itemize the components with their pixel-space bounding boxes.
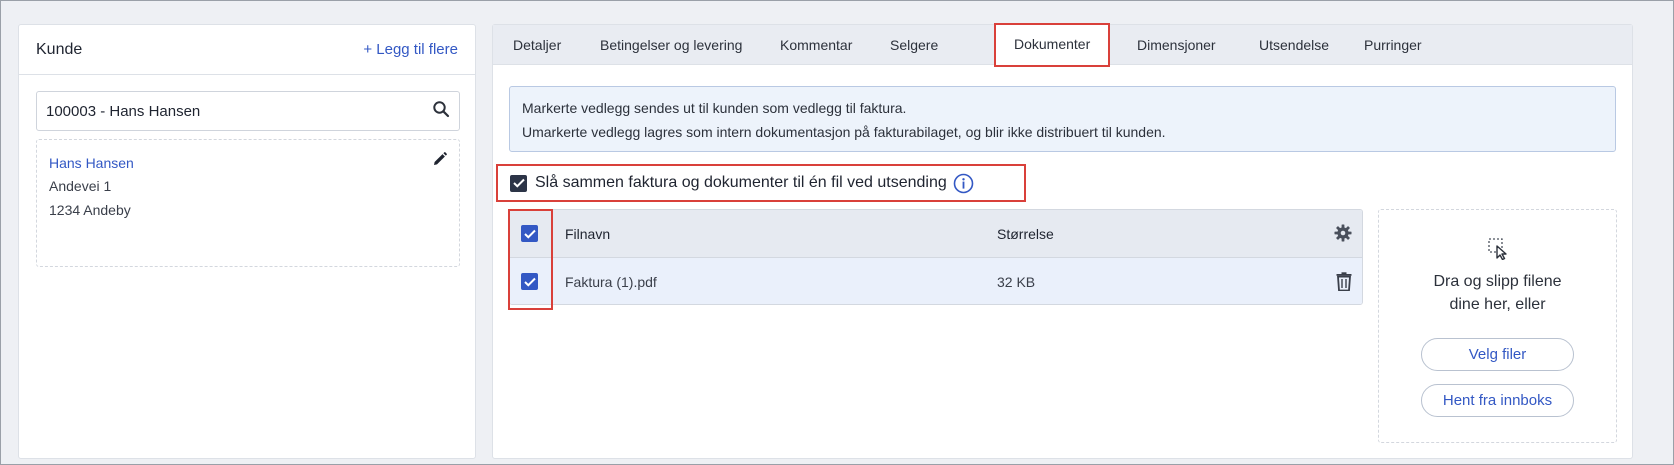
column-header-size[interactable]: Størrelse — [997, 210, 1054, 258]
file-dropzone[interactable]: Dra og slipp filene dine her, eller Velg… — [1378, 209, 1617, 443]
add-more-link[interactable]: + Legg til flere — [363, 41, 458, 58]
customer-search-input[interactable]: 100003 - Hans Hansen — [36, 91, 460, 131]
trash-icon[interactable] — [1336, 272, 1352, 296]
customer-name-link[interactable]: Hans Hansen — [49, 152, 447, 174]
app-frame: Kunde + Legg til flere 100003 - Hans Han… — [0, 0, 1674, 465]
fetch-inbox-button[interactable]: Hent fra innboks — [1421, 384, 1574, 417]
table-row[interactable]: Faktura (1).pdf 32 KB — [510, 258, 1362, 304]
tab-bar: Detaljer Betingelser og levering Komment… — [493, 23, 1632, 67]
merge-option: Slå sammen faktura og dokumenter til én … — [496, 164, 1026, 202]
merge-label: Slå sammen faktura og dokumenter til én … — [535, 174, 947, 191]
dropzone-text: Dra og slipp filene dine her, eller — [1379, 270, 1616, 316]
merge-checkbox[interactable] — [510, 174, 527, 192]
document-panel: Detaljer Betingelser og levering Komment… — [492, 23, 1633, 459]
column-header-name[interactable]: Filnavn — [565, 210, 610, 258]
customer-header: Kunde + Legg til flere — [19, 25, 475, 75]
info-icon[interactable] — [953, 173, 974, 194]
dropzone-text-line1: Dra og slipp filene — [1433, 273, 1562, 290]
gear-icon[interactable] — [1334, 224, 1352, 247]
checkmark-icon — [523, 229, 536, 239]
select-files-button[interactable]: Velg filer — [1421, 338, 1574, 371]
tab-detaljer[interactable]: Detaljer — [503, 25, 571, 65]
checkmark-icon — [512, 178, 525, 188]
search-icon[interactable] — [432, 100, 450, 123]
customer-card: Hans Hansen Andevei 1 1234 Andeby — [36, 139, 460, 267]
tab-purringer[interactable]: Purringer — [1354, 25, 1432, 65]
file-size: 32 KB — [997, 274, 1036, 290]
tab-dimensjoner[interactable]: Dimensjoner — [1127, 25, 1226, 65]
select-all-checkbox[interactable] — [521, 225, 538, 242]
info-line1: Markerte vedlegg sendes ut til kunden so… — [522, 100, 907, 116]
file-name[interactable]: Faktura (1).pdf — [565, 258, 657, 304]
row-checkbox[interactable] — [521, 273, 538, 290]
info-message: Markerte vedlegg sendes ut til kunden so… — [509, 86, 1616, 152]
file-table-header: Filnavn Størrelse — [510, 210, 1362, 258]
tab-dokumenter[interactable]: Dokumenter — [994, 23, 1111, 67]
checkmark-icon — [523, 277, 536, 287]
customer-title: Kunde — [36, 40, 83, 58]
customer-panel: Kunde + Legg til flere 100003 - Hans Han… — [18, 24, 476, 459]
file-table: Filnavn Størrelse Faktura (1).pdf 32 KB — [509, 209, 1363, 305]
info-line2: Umarkerte vedlegg lagres som intern doku… — [522, 124, 1166, 140]
customer-address-line2: 1234 Andeby — [49, 202, 131, 218]
customer-address-line1: Andevei 1 — [49, 178, 112, 194]
select-cursor-icon — [1488, 238, 1510, 265]
pencil-icon[interactable] — [433, 152, 447, 171]
dropzone-text-line2: dine her, eller — [1449, 296, 1546, 313]
tab-utsendelse[interactable]: Utsendelse — [1249, 25, 1339, 65]
tab-betingelser[interactable]: Betingelser og levering — [590, 25, 752, 65]
customer-search-value: 100003 - Hans Hansen — [46, 102, 201, 120]
tab-kommentar[interactable]: Kommentar — [770, 25, 862, 65]
tab-selgere[interactable]: Selgere — [880, 25, 948, 65]
